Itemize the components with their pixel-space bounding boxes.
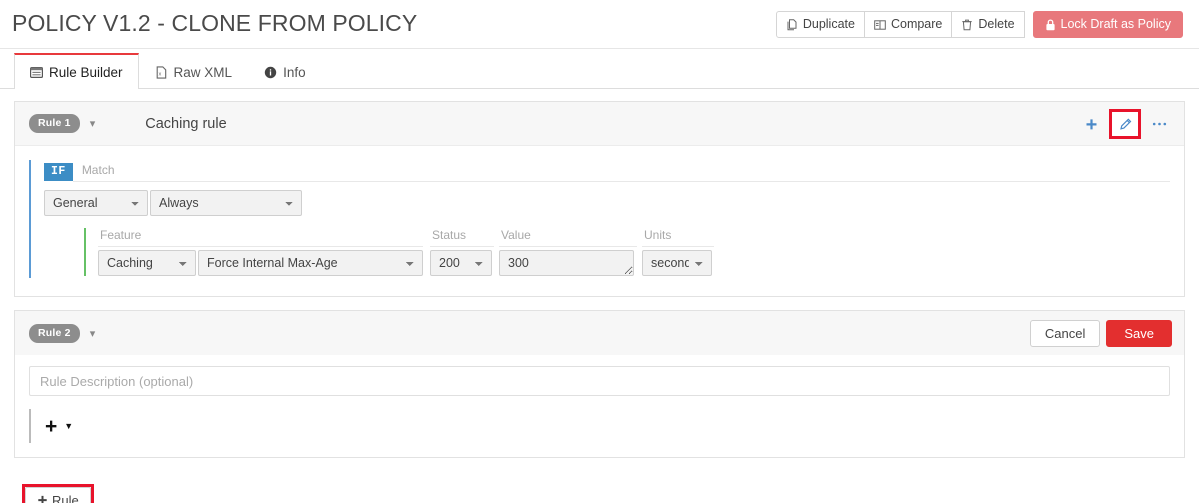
- value-column: Value 300: [499, 228, 637, 276]
- plus-icon: [37, 495, 48, 503]
- list-window-icon: [30, 66, 44, 79]
- copy-icon: [786, 18, 798, 31]
- add-condition-plus-icon[interactable]: +: [45, 416, 57, 437]
- rule-description-input[interactable]: [29, 366, 1170, 396]
- tab-rule-builder[interactable]: Rule Builder: [14, 53, 139, 89]
- compare-icon: [874, 19, 886, 31]
- rule-2-add-row: + ▼: [29, 409, 1170, 443]
- page-title: POLICY V1.2 - CLONE FROM POLICY: [12, 10, 418, 36]
- rule-1-badge: Rule 1: [29, 114, 80, 133]
- status-select[interactable]: 200: [430, 250, 492, 276]
- add-rule-label: Rule: [52, 493, 79, 503]
- feature-column: Feature Caching Force Internal Max-Age: [98, 228, 423, 276]
- tab-bar: Rule Builder x Raw XML Info: [0, 49, 1199, 89]
- feature-category-select[interactable]: Caching: [98, 250, 196, 276]
- condition-selects-row: General Always: [44, 190, 1170, 216]
- add-rule-highlight: Rule: [22, 484, 94, 503]
- lock-icon: [1045, 18, 1056, 31]
- units-select[interactable]: seconds: [642, 250, 712, 276]
- svg-text:x: x: [158, 71, 161, 77]
- match-label: Match: [72, 163, 1170, 182]
- tab-info-label: Info: [283, 64, 306, 80]
- compare-label: Compare: [890, 17, 943, 32]
- compare-button[interactable]: Compare: [863, 11, 953, 38]
- status-label: Status: [430, 228, 494, 247]
- lock-draft-as-policy-button[interactable]: Lock Draft as Policy: [1032, 11, 1183, 38]
- feature-grid: Feature Caching Force Internal Max-Age S…: [98, 228, 1170, 276]
- condition-scope-select[interactable]: General: [44, 190, 148, 216]
- add-rule-button[interactable]: Rule: [25, 487, 91, 503]
- trash-icon: [961, 19, 973, 31]
- xml-file-icon: x: [155, 65, 168, 79]
- feature-name-select[interactable]: Force Internal Max-Age: [198, 250, 423, 276]
- tab-rule-builder-label: Rule Builder: [49, 64, 123, 80]
- rule-2-collapse-chevron-down-icon[interactable]: ▾: [90, 327, 96, 340]
- rule-2-badge: Rule 2: [29, 323, 80, 343]
- rule-1-collapse-chevron-down-icon[interactable]: ▾: [90, 117, 96, 130]
- tab-raw-xml-label: Raw XML: [173, 64, 233, 80]
- header-button-group: Duplicate Compare Delete: [775, 11, 1025, 38]
- rule-1-body: IF Match General Always Feature Caching …: [15, 146, 1184, 296]
- feature-label: Feature: [98, 228, 423, 247]
- match-label-row: IF Match: [44, 162, 1170, 182]
- tab-info[interactable]: Info: [248, 54, 322, 89]
- rule-1-add-plus-icon[interactable]: [1078, 113, 1104, 135]
- rule-2-header: Rule 2 ▾ Cancel Save: [15, 311, 1184, 355]
- units-label: Units: [642, 228, 714, 247]
- duplicate-label: Duplicate: [802, 17, 855, 32]
- header-actions: Duplicate Compare Delete Lock Draft as P…: [775, 11, 1183, 38]
- value-label: Value: [499, 228, 637, 247]
- tab-raw-xml[interactable]: x Raw XML: [139, 54, 249, 89]
- rule-2-form-buttons: Cancel Save: [1029, 320, 1172, 347]
- rule-card-2: Rule 2 ▾ Cancel Save + ▼: [14, 310, 1185, 458]
- if-condition-block: IF Match General Always Feature Caching …: [29, 160, 1170, 278]
- rule-1-header: Rule 1 ▾ Caching rule: [15, 102, 1184, 146]
- rule-1-actions: [1078, 102, 1172, 146]
- value-textarea[interactable]: 300: [499, 250, 634, 276]
- add-condition-caret-down-icon[interactable]: ▼: [64, 421, 73, 431]
- condition-operator-select[interactable]: Always: [150, 190, 302, 216]
- feature-block: Feature Caching Force Internal Max-Age S…: [84, 228, 1170, 276]
- rule-list: Rule 1 ▾ Caching rule IF Match General A…: [0, 89, 1199, 503]
- duplicate-button[interactable]: Duplicate: [775, 11, 865, 38]
- delete-label: Delete: [978, 17, 1015, 32]
- page-header: POLICY V1.2 - CLONE FROM POLICY Duplicat…: [0, 0, 1199, 49]
- status-column: Status 200: [430, 228, 494, 276]
- info-circle-icon: [264, 66, 277, 79]
- rule-2-description-wrap: [15, 355, 1184, 396]
- delete-button[interactable]: Delete: [951, 11, 1025, 38]
- if-badge: IF: [44, 163, 73, 181]
- rule-card-1: Rule 1 ▾ Caching rule IF Match General A…: [14, 101, 1185, 297]
- cancel-button[interactable]: Cancel: [1029, 320, 1101, 347]
- lock-label: Lock Draft as Policy: [1060, 17, 1171, 32]
- rule-1-more-ellipsis-icon[interactable]: [1146, 113, 1172, 135]
- save-button[interactable]: Save: [1106, 320, 1172, 347]
- rule-1-title: Caching rule: [145, 115, 227, 132]
- units-column: Units seconds: [642, 228, 714, 276]
- rule-1-edit-pencil-icon[interactable]: [1109, 109, 1141, 139]
